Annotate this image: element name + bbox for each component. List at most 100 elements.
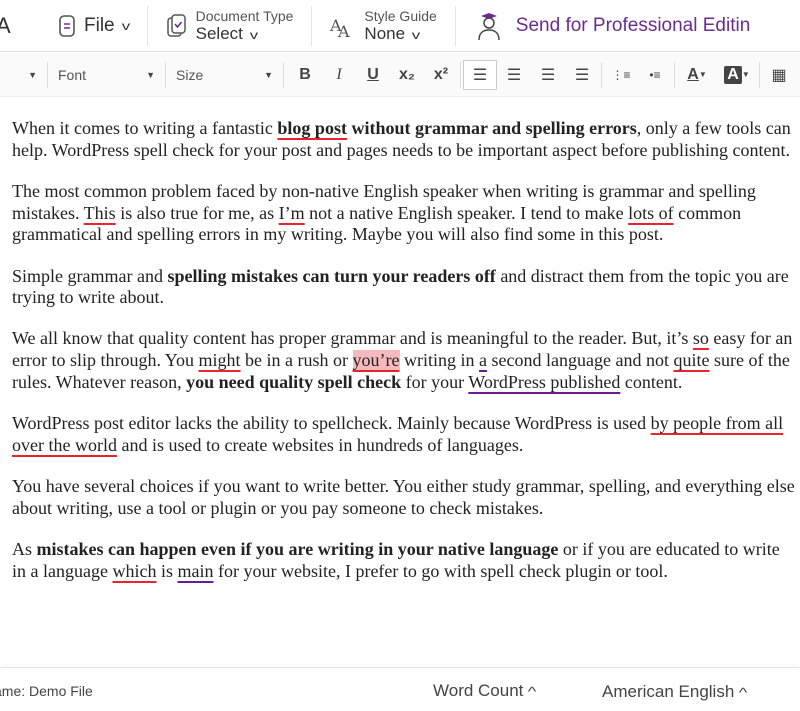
align-left-button[interactable]: ☰	[463, 59, 497, 90]
align-right-icon: ☰	[540, 66, 556, 84]
send-label: Send for Professional Editin	[515, 14, 751, 36]
caret-down-icon: ▼	[28, 69, 37, 80]
font-select-label: Font	[58, 66, 87, 83]
document-check-icon	[166, 13, 186, 37]
chevron-up-icon: ^	[739, 685, 748, 700]
bold-text: spelling mistakes can turn your readers …	[167, 265, 496, 286]
style-guide-value: None	[364, 24, 406, 43]
paragraph: Simple grammar and spelling mistakes can…	[12, 266, 797, 309]
italic-button[interactable]: I	[322, 60, 356, 90]
text-run: As	[12, 538, 37, 559]
paragraph: As mistakes can happen even if you are w…	[12, 539, 797, 582]
text-run: is	[156, 560, 178, 581]
format-toolbar: ▼ Font ▼ Size ▼ B I U x₂ x² ☰ ☰ ☰ ☰ ⋮≡ •≡ …	[0, 53, 800, 97]
text-run: content.	[620, 371, 683, 392]
text-run: for your	[401, 371, 469, 392]
document-type-label: Document Type	[195, 8, 294, 24]
language-selector[interactable]: American English ^	[602, 682, 748, 702]
document-type-value: Select	[195, 24, 243, 43]
superscript-button[interactable]: x²	[424, 60, 458, 90]
spelling-error[interactable]: I’m	[279, 203, 305, 223]
highlighted-error[interactable]: you’re	[352, 350, 400, 371]
file-icon	[59, 14, 75, 37]
font-color-button[interactable]: A ▼	[677, 60, 717, 90]
bold-button[interactable]: B	[288, 60, 322, 90]
grammar-suggestion[interactable]: WordPress published	[468, 372, 620, 392]
grammar-suggestion[interactable]: a	[479, 350, 487, 370]
spelling-error[interactable]: so	[693, 328, 709, 348]
chevron-down-icon: v	[249, 28, 259, 42]
align-right-button[interactable]: ☰	[531, 60, 565, 90]
text-run: You have several choices if you want to …	[12, 475, 795, 518]
justify-icon: ☰	[574, 66, 590, 84]
spelling-error[interactable]: quite	[673, 350, 709, 370]
file-menu[interactable]: File v	[40, 5, 148, 46]
subscript-button[interactable]: x₂	[390, 60, 424, 90]
file-label: File	[84, 14, 115, 36]
bullet-list-button[interactable]: •≡	[638, 60, 672, 90]
align-left-icon: ☰	[472, 66, 488, 84]
font-color-icon: A	[687, 65, 699, 83]
divider	[601, 61, 602, 88]
spelling-error[interactable]: This	[84, 203, 116, 223]
status-bar: ame: Demo File Word Count ^ American Engl…	[0, 667, 800, 711]
chevron-down-icon: v	[121, 18, 130, 33]
word-count-label: Word Count	[433, 681, 524, 700]
align-center-button[interactable]: ☰	[497, 60, 531, 90]
text-run: We all know that quality content has pro…	[12, 328, 693, 349]
highlight-color-button[interactable]: A ▼	[717, 60, 757, 90]
text-run: Simple grammar and	[12, 265, 168, 286]
style-select[interactable]: ▼	[0, 61, 48, 88]
text-run: WordPress post editor lacks the ability …	[12, 413, 651, 434]
paragraph: The most common problem faced by non-nat…	[12, 181, 797, 246]
text-run: When it comes to writing a fantastic	[12, 118, 278, 138]
chevron-up-icon: ^	[528, 684, 537, 699]
style-guide-icon: AA	[330, 16, 350, 39]
numbered-list-button[interactable]: ⋮≡	[604, 60, 638, 90]
spelling-error[interactable]: which	[112, 561, 156, 581]
bullet-list-icon: •≡	[649, 67, 661, 82]
align-center-icon: ☰	[506, 66, 522, 84]
chevron-down-icon: v	[411, 28, 421, 42]
caret-down-icon: ▼	[264, 69, 273, 80]
text-run: and is used to create websites in hundre…	[116, 434, 524, 455]
document-editor[interactable]: When it comes to writing a fantastic blo…	[12, 118, 797, 602]
style-guide-label: Style Guide	[364, 8, 437, 24]
table-button[interactable]: ▦	[762, 60, 796, 90]
text-run: not a native English speaker. I tend to …	[304, 202, 629, 223]
table-icon: ▦	[771, 66, 787, 84]
underline-button[interactable]: U	[356, 60, 390, 90]
spelling-error[interactable]: might	[199, 350, 241, 370]
bold-text: mistakes can happen even if you are writ…	[36, 538, 559, 559]
svg-text:A: A	[337, 22, 350, 39]
top-toolbar: A File v Document Type Select v AA Style Gu…	[0, 0, 800, 52]
document-type-dropdown[interactable]: Document Type Select v	[148, 5, 313, 46]
bold-text: you need quality spell check	[186, 371, 402, 392]
paragraph: You have several choices if you want to …	[12, 476, 797, 519]
highlight-icon: A	[724, 65, 742, 84]
divider	[460, 61, 461, 88]
paragraph: When it comes to writing a fantastic blo…	[12, 118, 797, 161]
text-run: second language and not	[487, 350, 674, 371]
grammar-suggestion[interactable]: main	[177, 561, 213, 581]
divider	[759, 61, 760, 88]
send-professional-editing-button[interactable]: Send for Professional Editin	[456, 6, 768, 46]
bold-text: without grammar and spelling errors	[346, 118, 637, 138]
caret-down-icon: ▼	[146, 69, 155, 80]
word-count-toggle[interactable]: Word Count ^	[433, 681, 537, 701]
text-run: is also true for me, as	[115, 202, 279, 223]
size-select[interactable]: Size ▼	[166, 61, 284, 88]
divider	[674, 61, 675, 88]
justify-button[interactable]: ☰	[565, 60, 599, 90]
paragraph: WordPress post editor lacks the ability …	[12, 413, 797, 456]
numbered-list-icon: ⋮≡	[611, 67, 631, 82]
text-run: for your website, I prefer to go with sp…	[213, 560, 668, 581]
font-select[interactable]: Font ▼	[48, 61, 166, 88]
logo: A	[0, 12, 11, 38]
spelling-error[interactable]: blog post	[277, 118, 347, 138]
file-name: ame: Demo File	[0, 683, 93, 699]
text-run: be in a rush or	[240, 350, 353, 371]
spelling-error[interactable]: lots of	[628, 203, 674, 223]
language-label: American English	[602, 682, 735, 701]
style-guide-dropdown[interactable]: AA Style Guide None v	[312, 5, 456, 46]
